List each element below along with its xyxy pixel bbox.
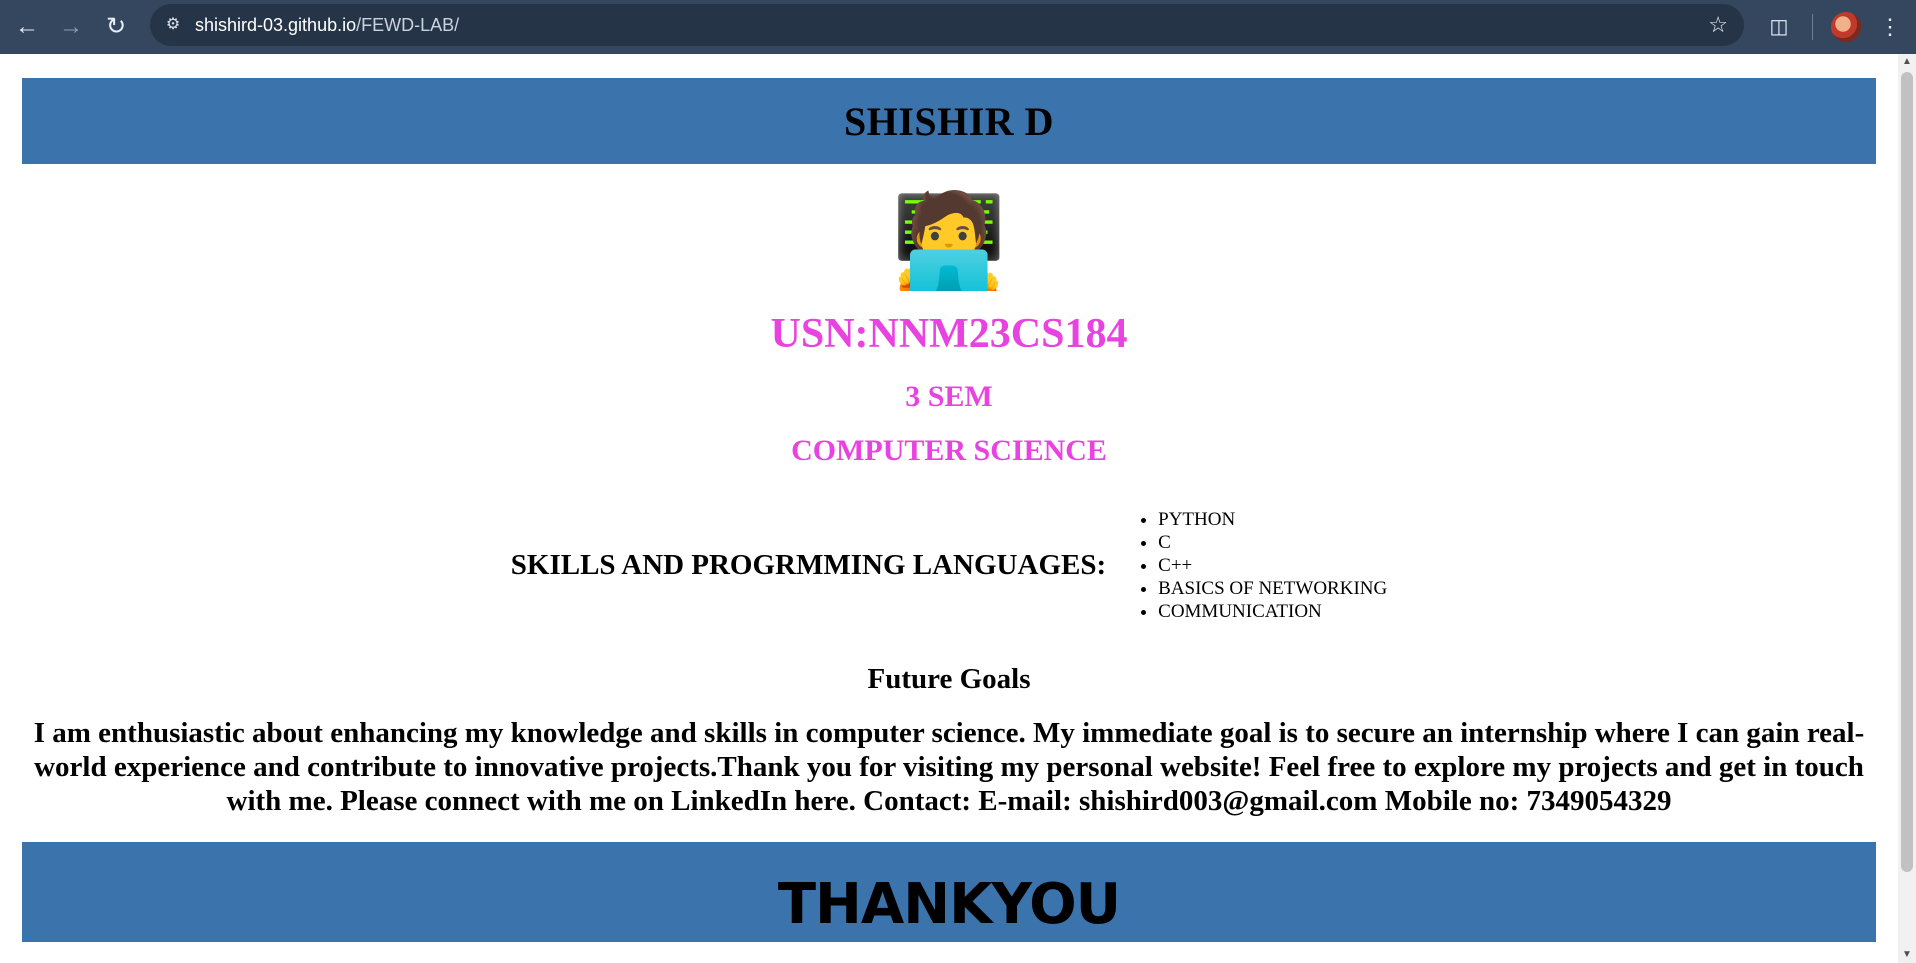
bookmark-star-icon[interactable]: ☆ bbox=[1708, 11, 1728, 39]
skills-list: PYTHON C C++ BASICS OF NETWORKING COMMUN… bbox=[1132, 508, 1387, 623]
browser-menu-icon[interactable]: ⋮ bbox=[1878, 12, 1902, 42]
page-title: SHISHIR D bbox=[843, 98, 1055, 144]
scroll-up-arrow-icon[interactable]: ▲ bbox=[1898, 54, 1916, 70]
footer-banner: THANKYOU bbox=[22, 842, 1876, 942]
toolbar-divider bbox=[1812, 14, 1813, 40]
vertical-scrollbar[interactable]: ▲ ▼ bbox=[1898, 54, 1916, 963]
extensions-icon[interactable]: ◫ bbox=[1764, 12, 1794, 42]
page-viewport: SHISHIR D 🧑‍💻 USN:NNM23CS184 3 SEM COMPU… bbox=[0, 54, 1916, 963]
scroll-down-arrow-icon[interactable]: ▼ bbox=[1898, 947, 1916, 963]
skill-item: BASICS OF NETWORKING bbox=[1158, 577, 1387, 600]
forward-arrow-icon[interactable]: → bbox=[56, 12, 86, 42]
browser-toolbar: ← → ↻ ⚙ shishird-03.github.io/FEWD-LAB/ … bbox=[0, 0, 1916, 54]
skill-item: PYTHON bbox=[1158, 508, 1387, 531]
usn-heading: USN:NNM23CS184 bbox=[770, 311, 1128, 357]
back-arrow-icon[interactable]: ← bbox=[12, 12, 42, 42]
department-heading: COMPUTER SCIENCE bbox=[791, 434, 1107, 467]
url-path: /FEWD-LAB/ bbox=[356, 15, 460, 35]
technologist-icon: 🧑‍💻 bbox=[891, 190, 1007, 292]
page-content: SHISHIR D 🧑‍💻 USN:NNM23CS184 3 SEM COMPU… bbox=[22, 54, 1876, 942]
profile-avatar[interactable] bbox=[1831, 12, 1861, 42]
semester-heading: 3 SEM bbox=[905, 380, 993, 413]
footer-thankyou: THANKYOU bbox=[777, 872, 1121, 937]
reload-icon[interactable]: ↻ bbox=[101, 12, 131, 42]
site-info-icon[interactable]: ⚙ bbox=[160, 12, 186, 38]
scrollbar-thumb[interactable] bbox=[1901, 72, 1913, 872]
url-host: shishird-03.github.io bbox=[195, 15, 357, 35]
skill-item: C++ bbox=[1158, 554, 1387, 577]
address-bar[interactable]: ⚙ shishird-03.github.io/FEWD-LAB/ ☆ bbox=[150, 4, 1744, 46]
header-banner: SHISHIR D bbox=[22, 78, 1876, 164]
skills-heading: SKILLS AND PROGRMMING LANGUAGES: bbox=[510, 549, 1107, 581]
skill-item: C bbox=[1158, 531, 1387, 554]
url-text[interactable]: shishird-03.github.io/FEWD-LAB/ bbox=[195, 15, 459, 36]
goals-title: Future Goals bbox=[867, 663, 1031, 695]
goals-paragraph: I am enthusiastic about enhancing my kno… bbox=[33, 717, 1865, 817]
skill-item: COMMUNICATION bbox=[1158, 600, 1387, 623]
skills-section: SKILLS AND PROGRMMING LANGUAGES: PYTHON … bbox=[22, 508, 1876, 623]
